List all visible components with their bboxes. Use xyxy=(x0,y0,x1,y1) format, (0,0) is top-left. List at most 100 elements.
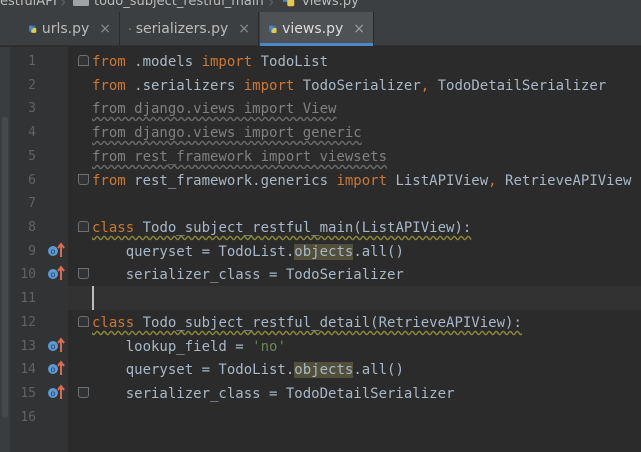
keyword: from xyxy=(92,78,126,94)
line-number: 9 xyxy=(28,244,36,259)
code-line-15[interactable]: serializer_class = TodoDetailSerializer xyxy=(92,382,455,406)
close-icon[interactable]: × xyxy=(353,21,365,37)
left-tool-strip xyxy=(0,47,10,452)
override-marker-icon[interactable]: o xyxy=(47,337,65,353)
scrollbar-thumb[interactable] xyxy=(2,117,8,417)
text-caret xyxy=(92,286,94,310)
override-marker-icon[interactable]: o xyxy=(47,360,65,376)
keyword: import xyxy=(201,54,253,70)
line-number: 5 xyxy=(28,149,36,164)
fold-toggle-icon[interactable] xyxy=(78,174,89,185)
line-number: 14 xyxy=(20,362,36,377)
svg-text:o: o xyxy=(51,342,56,351)
fold-toggle-icon[interactable] xyxy=(78,268,89,279)
code-line-9[interactable]: queryset = TodoList.objects.all() xyxy=(92,240,404,264)
code-line-4[interactable]: from django.views import generic xyxy=(92,121,362,145)
python-file-icon xyxy=(282,0,295,7)
code-text: rest_framework.generics xyxy=(125,173,337,189)
tab-label: views.py xyxy=(282,21,344,37)
line-number: 2 xyxy=(28,78,36,93)
code-text: .serializers xyxy=(125,78,244,94)
code-line-14[interactable]: queryset = TodoList.objects.all() xyxy=(92,358,404,382)
close-icon[interactable]: × xyxy=(238,21,250,37)
line-number: 4 xyxy=(28,125,36,140)
line-number: 7 xyxy=(28,196,36,211)
keyword: class xyxy=(92,220,135,236)
svg-text:o: o xyxy=(51,270,56,279)
code-text: queryset = TodoList. xyxy=(92,244,295,260)
code-text: serializer_class = TodoSerializer xyxy=(92,267,404,283)
svg-text:o: o xyxy=(51,247,56,256)
code-text: .all() xyxy=(353,244,404,260)
highlighted-identifier: objects xyxy=(294,362,354,378)
svg-text:o: o xyxy=(51,389,56,398)
line-number: 16 xyxy=(20,410,36,425)
comma: , xyxy=(488,173,497,189)
python-file-icon xyxy=(269,25,277,33)
line-number: 11 xyxy=(20,291,36,306)
breadcrumb-file[interactable]: views.py xyxy=(302,0,359,10)
keyword: from xyxy=(92,54,126,70)
code-text: .models xyxy=(125,54,202,70)
line-number: 8 xyxy=(28,220,36,235)
string-literal: 'no' xyxy=(252,339,286,355)
tab-urls-py[interactable]: urls.py × xyxy=(20,12,120,46)
code-line-1[interactable]: from .models import TodoList xyxy=(92,50,328,74)
line-number: 13 xyxy=(20,339,36,354)
code-line-3[interactable]: from django.views import View xyxy=(92,97,336,121)
breadcrumb-separator-icon: › xyxy=(60,0,67,11)
python-file-icon xyxy=(29,25,37,33)
current-line-highlight xyxy=(68,286,641,310)
code-text: serializer_class = TodoDetailSerializer xyxy=(92,386,455,402)
breadcrumb-separator-icon: › xyxy=(268,0,275,11)
breadcrumb-folder[interactable]: todo_subject_restful_main xyxy=(94,0,264,10)
svg-text:o: o xyxy=(51,365,56,374)
code-text: RetrieveAPIView xyxy=(496,173,632,189)
code-text: Todo_subject_restful_detail(RetrieveAPIV… xyxy=(134,315,522,331)
override-marker-icon[interactable]: o xyxy=(47,265,65,281)
code-text: TodoDetailSerializer xyxy=(429,78,607,94)
line-number: 15 xyxy=(20,386,36,401)
line-number: 6 xyxy=(28,173,36,188)
keyword: class xyxy=(92,315,135,331)
code-line-10[interactable]: serializer_class = TodoSerializer xyxy=(92,263,404,287)
line-number: 12 xyxy=(20,315,36,330)
python-file-icon xyxy=(129,28,131,30)
keyword: from xyxy=(92,173,126,189)
override-marker-icon[interactable]: o xyxy=(47,384,65,400)
code-line-6[interactable]: from rest_framework.generics import List… xyxy=(92,169,631,193)
code-text: TodoSerializer xyxy=(294,78,421,94)
fold-toggle-icon[interactable] xyxy=(78,221,89,232)
code-line-2[interactable]: from .serializers import TodoSerializer,… xyxy=(92,74,606,98)
fold-toggle-icon[interactable] xyxy=(78,316,89,327)
code-line-8[interactable]: class Todo_subject_restful_main(ListAPIV… xyxy=(92,216,471,240)
line-number: 10 xyxy=(20,267,36,282)
code-text: ListAPIView xyxy=(387,173,489,189)
line-number: 1 xyxy=(28,54,36,69)
comma: , xyxy=(420,78,430,94)
tab-views-py[interactable]: views.py × xyxy=(260,12,374,46)
keyword: import xyxy=(243,78,295,94)
tab-serializers-py[interactable]: serializers.py × xyxy=(121,12,259,46)
line-number: 3 xyxy=(28,101,36,116)
code-text: queryset = TodoList. xyxy=(92,362,295,378)
breadcrumb: estfulAPI › todo_subject_restful_main › … xyxy=(0,0,641,12)
code-text: Todo_subject_restful_main(ListAPIView): xyxy=(134,220,472,236)
code-line-12[interactable]: class Todo_subject_restful_detail(Retrie… xyxy=(92,311,522,335)
override-marker-icon[interactable]: o xyxy=(47,242,65,258)
close-icon[interactable]: × xyxy=(99,21,111,37)
code-line-5[interactable]: from rest_framework import viewsets xyxy=(92,145,387,169)
code-text: .all() xyxy=(353,362,404,378)
tab-label: serializers.py xyxy=(135,21,229,37)
keyword: import xyxy=(336,173,388,189)
fold-toggle-icon[interactable] xyxy=(78,387,89,398)
highlighted-identifier: objects xyxy=(294,244,354,260)
editor-tab-bar: urls.py × serializers.py × views.py × xyxy=(0,12,641,46)
fold-toggle-icon[interactable] xyxy=(78,55,89,66)
active-tab-indicator xyxy=(260,43,373,46)
folder-icon xyxy=(73,0,89,6)
breadcrumb-project[interactable]: estfulAPI xyxy=(0,0,57,10)
tab-label: urls.py xyxy=(41,21,90,37)
code-line-13[interactable]: lookup_field = 'no' xyxy=(92,335,286,359)
code-text: TodoList xyxy=(252,54,329,70)
